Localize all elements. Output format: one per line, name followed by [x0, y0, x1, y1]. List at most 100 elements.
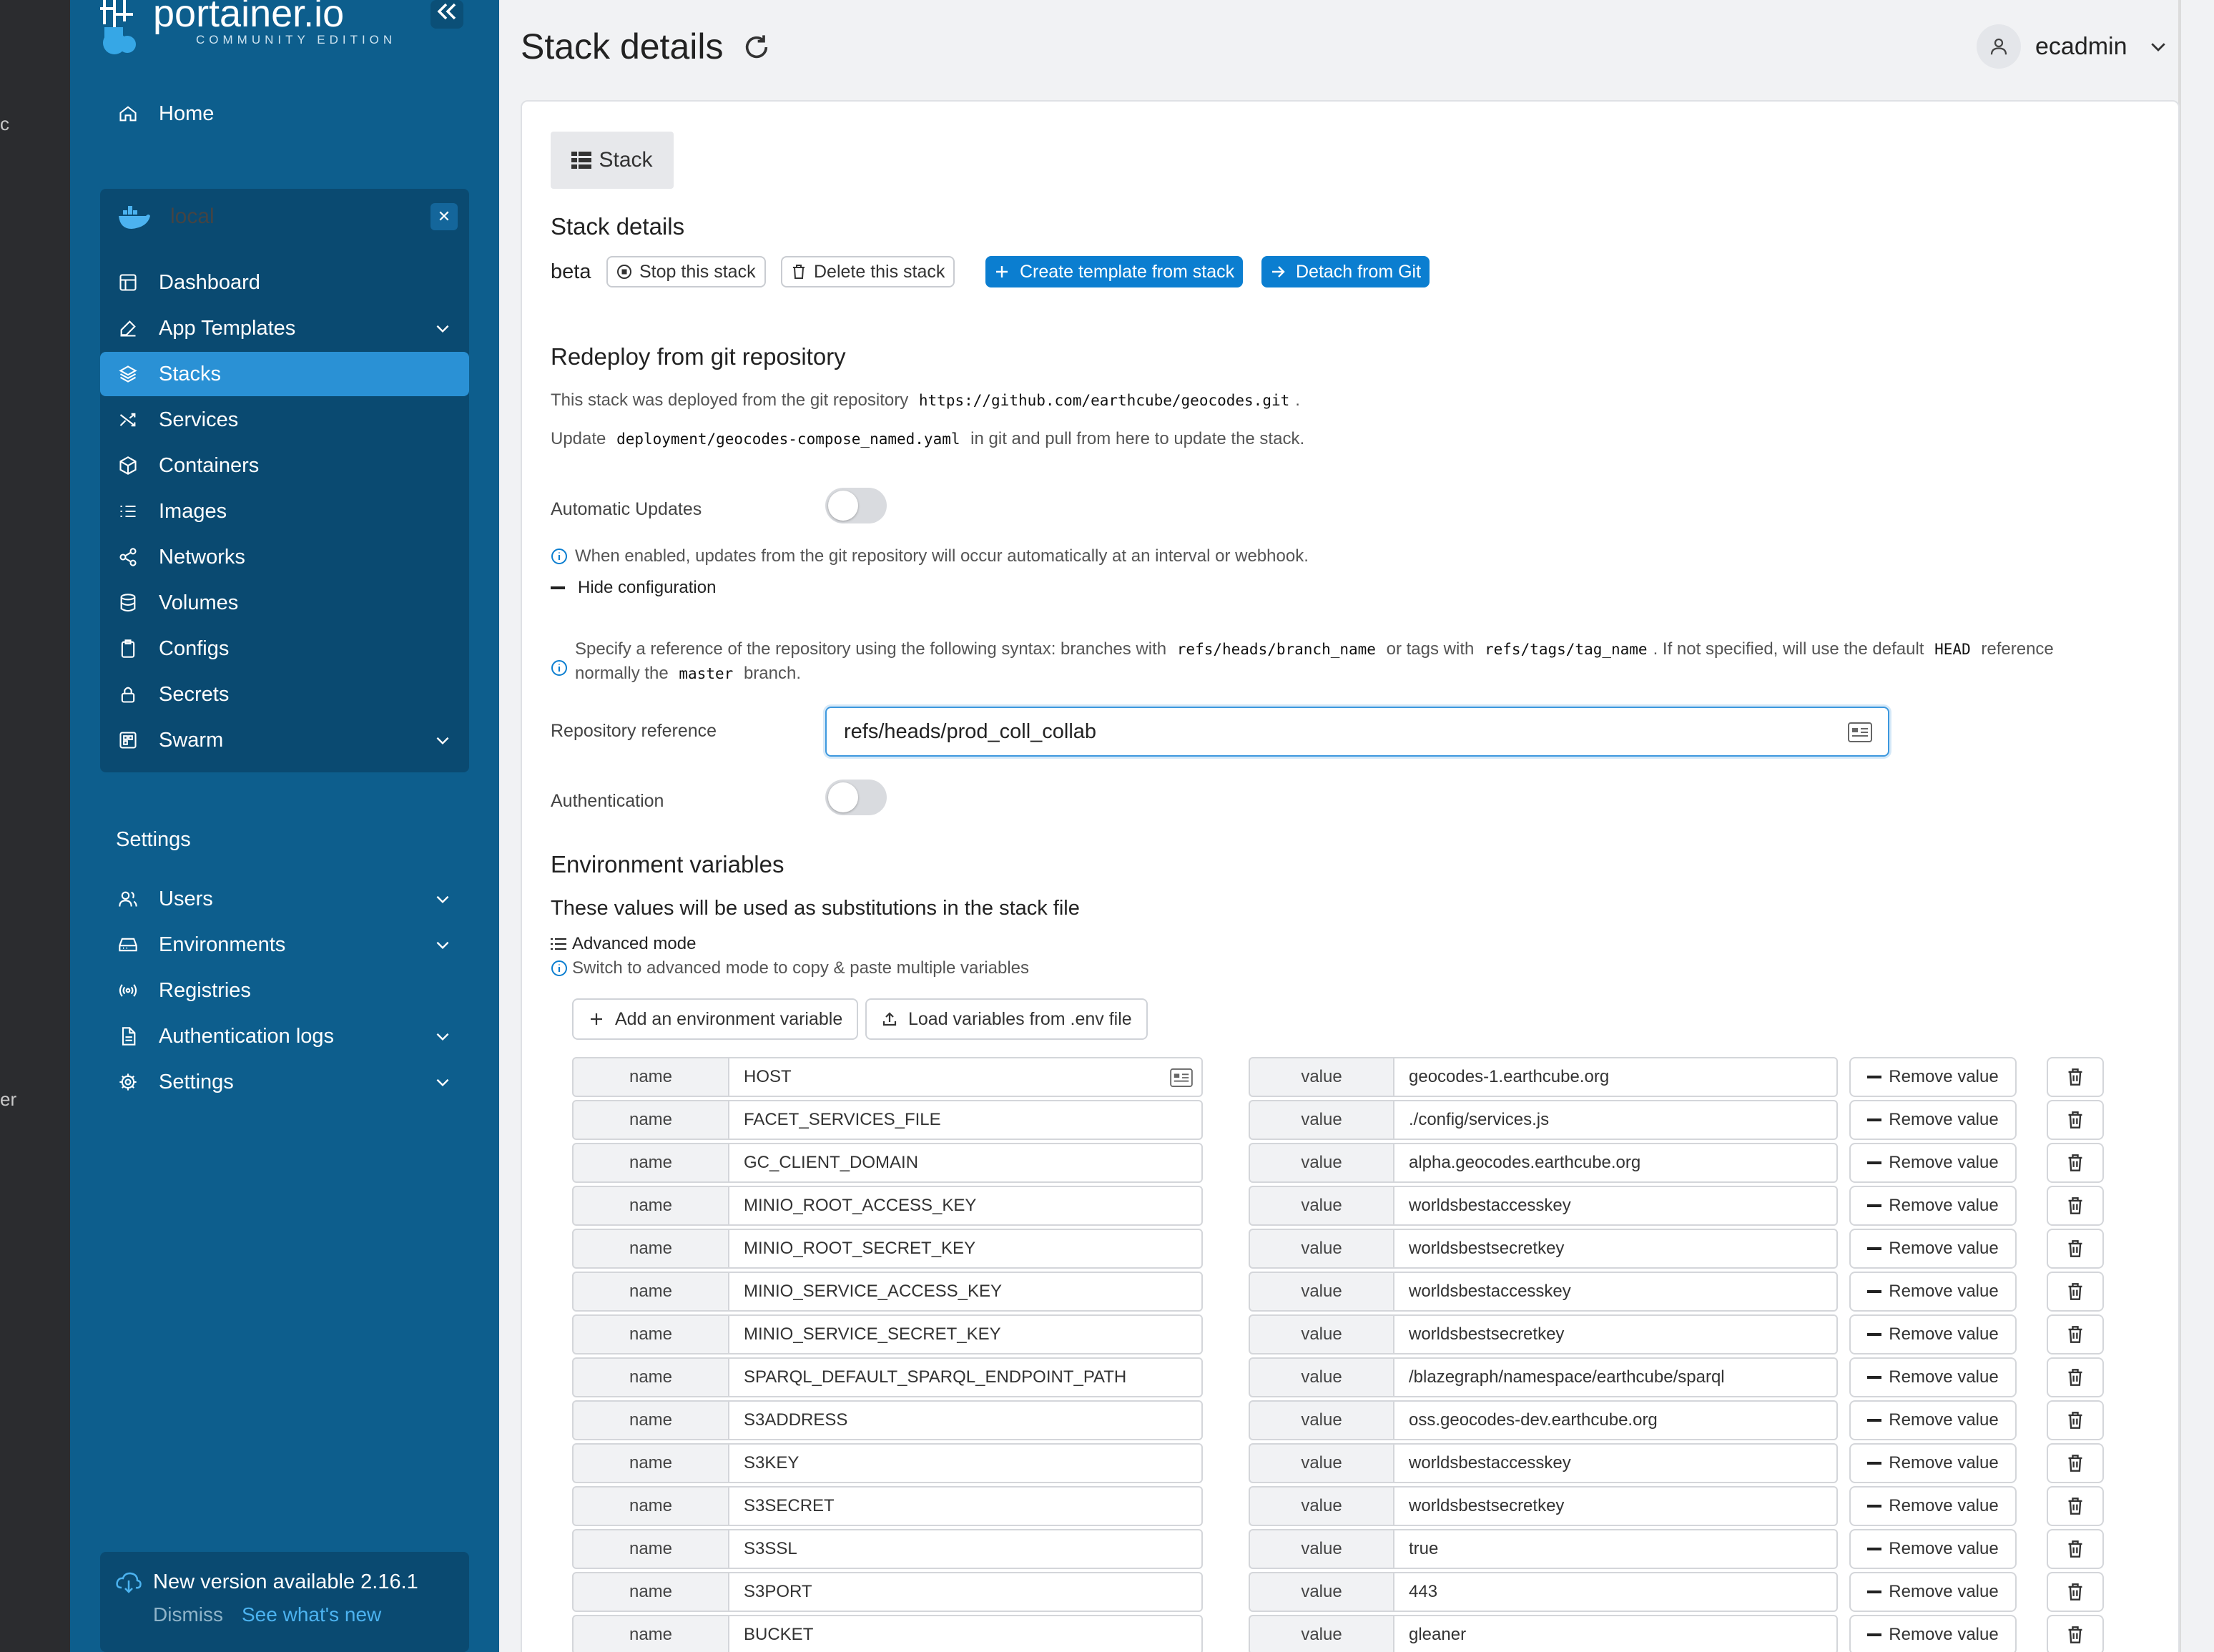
env-name-input[interactable]: S3PORT	[728, 1572, 1203, 1612]
remove-value-label: Remove value	[1889, 1496, 1999, 1515]
automatic-updates-toggle[interactable]	[825, 488, 887, 523]
sidebar-item-swarm[interactable]: Swarm	[100, 718, 469, 762]
repository-reference-input[interactable]: refs/heads/prod_coll_collab	[825, 707, 1889, 757]
env-name-input[interactable]: S3SECRET	[728, 1486, 1203, 1526]
env-value-input[interactable]: worldsbestaccesskey	[1393, 1272, 1838, 1312]
remove-value-button[interactable]: Remove value	[1849, 1615, 2017, 1652]
env-value-input[interactable]: gleaner	[1393, 1615, 1838, 1652]
delete-variable-button[interactable]	[2047, 1314, 2104, 1354]
remove-value-button[interactable]: Remove value	[1849, 1572, 2017, 1612]
env-name-input[interactable]: S3ADDRESS	[728, 1400, 1203, 1440]
delete-variable-button[interactable]	[2047, 1357, 2104, 1397]
remove-value-button[interactable]: Remove value	[1849, 1272, 2017, 1312]
sidebar-item-registries[interactable]: Registries	[100, 968, 469, 1013]
detach-git-button[interactable]: Detach from Git	[1261, 256, 1430, 287]
env-value-input[interactable]: true	[1393, 1529, 1838, 1569]
env-name-input[interactable]: MINIO_SERVICE_ACCESS_KEY	[728, 1272, 1203, 1312]
delete-variable-button[interactable]	[2047, 1272, 2104, 1312]
delete-variable-button[interactable]	[2047, 1443, 2104, 1483]
env-name-input[interactable]: S3SSL	[728, 1529, 1203, 1569]
delete-variable-button[interactable]	[2047, 1229, 2104, 1269]
sidebar-item-volumes[interactable]: Volumes	[100, 581, 469, 625]
delete-variable-button[interactable]	[2047, 1057, 2104, 1097]
dismiss-link[interactable]: Dismiss	[153, 1603, 223, 1626]
sidebar-item-containers[interactable]: Containers	[100, 443, 469, 488]
delete-variable-button[interactable]	[2047, 1143, 2104, 1183]
remove-value-button[interactable]: Remove value	[1849, 1057, 2017, 1097]
remove-value-button[interactable]: Remove value	[1849, 1529, 2017, 1569]
database-icon	[120, 594, 136, 612]
load-env-file-button[interactable]: Load variables from .env file	[865, 998, 1148, 1040]
autofill-card-icon[interactable]	[1848, 722, 1872, 742]
env-value-input[interactable]: ./config/services.js	[1393, 1100, 1838, 1140]
delete-variable-button[interactable]	[2047, 1529, 2104, 1569]
sidebar-item-stacks[interactable]: Stacks	[100, 352, 469, 396]
env-name-input[interactable]: BUCKET	[728, 1615, 1203, 1652]
delete-variable-button[interactable]	[2047, 1572, 2104, 1612]
add-environment-variable-button[interactable]: Add an environment variable	[572, 998, 859, 1040]
remove-value-button[interactable]: Remove value	[1849, 1357, 2017, 1397]
sidebar-item-configs[interactable]: Configs	[100, 626, 469, 671]
delete-variable-button[interactable]	[2047, 1400, 2104, 1440]
env-name-input[interactable]: MINIO_ROOT_SECRET_KEY	[728, 1229, 1203, 1269]
env-name-input[interactable]: MINIO_ROOT_ACCESS_KEY	[728, 1186, 1203, 1226]
env-name-input[interactable]: GC_CLIENT_DOMAIN	[728, 1143, 1203, 1183]
env-name-input[interactable]: FACET_SERVICES_FILE	[728, 1100, 1203, 1140]
delete-variable-button[interactable]	[2047, 1100, 2104, 1140]
hide-configuration-toggle[interactable]: Hide configuration	[551, 578, 716, 598]
env-value-input[interactable]: geocodes-1.earthcube.org	[1393, 1057, 1838, 1097]
user-menu[interactable]: ecadmin	[1977, 24, 2169, 69]
sidebar-item-secrets[interactable]: Secrets	[100, 672, 469, 717]
refresh-icon[interactable]	[742, 33, 771, 62]
remove-value-button[interactable]: Remove value	[1849, 1443, 2017, 1483]
remove-value-button[interactable]: Remove value	[1849, 1486, 2017, 1526]
delete-variable-button[interactable]	[2047, 1615, 2104, 1652]
whats-new-link[interactable]: See what's new	[242, 1603, 381, 1626]
sidebar-item-environments[interactable]: Environments	[100, 923, 469, 967]
sidebar-item-authentication-logs[interactable]: Authentication logs	[100, 1014, 469, 1058]
env-value-input[interactable]: worldsbestaccesskey	[1393, 1186, 1838, 1226]
value-addon: value	[1249, 1615, 1394, 1652]
remove-value-button[interactable]: Remove value	[1849, 1100, 2017, 1140]
sidebar-item-app-templates[interactable]: App Templates	[100, 306, 469, 350]
env-value-input[interactable]: oss.geocodes-dev.earthcube.org	[1393, 1400, 1838, 1440]
env-value-input[interactable]: 443	[1393, 1572, 1838, 1612]
env-name-input[interactable]: MINIO_SERVICE_SECRET_KEY	[728, 1314, 1203, 1354]
sidebar-item-images[interactable]: Images	[100, 489, 469, 534]
remove-value-button[interactable]: Remove value	[1849, 1143, 2017, 1183]
collapse-sidebar-button[interactable]	[431, 0, 463, 29]
autofill-card-icon[interactable]	[1170, 1068, 1193, 1087]
sidebar-item-services[interactable]: Services	[100, 398, 469, 442]
sidebar-item-users[interactable]: Users	[100, 877, 469, 921]
delete-variable-button[interactable]	[2047, 1186, 2104, 1226]
radio-icon	[119, 984, 137, 997]
env-name-value: S3KEY	[744, 1453, 800, 1472]
delete-stack-label: Delete this stack	[814, 261, 945, 282]
stop-stack-button[interactable]: Stop this stack	[606, 256, 766, 287]
delete-stack-button[interactable]: Delete this stack	[781, 256, 955, 287]
remove-value-button[interactable]: Remove value	[1849, 1400, 2017, 1440]
sidebar-item-label: Swarm	[159, 728, 224, 752]
env-value-input[interactable]: worldsbestsecretkey	[1393, 1229, 1838, 1269]
env-value-input[interactable]: /blazegraph/namespace/earthcube/sparql	[1393, 1357, 1838, 1397]
env-value-input[interactable]: worldsbestsecretkey	[1393, 1486, 1838, 1526]
env-name-input[interactable]: SPARQL_DEFAULT_SPARQL_ENDPOINT_PATH	[728, 1357, 1203, 1397]
env-value-input[interactable]: worldsbestaccesskey	[1393, 1443, 1838, 1483]
env-value-input[interactable]: alpha.geocodes.earthcube.org	[1393, 1143, 1838, 1183]
delete-variable-button[interactable]	[2047, 1486, 2104, 1526]
remove-value-button[interactable]: Remove value	[1849, 1314, 2017, 1354]
sidebar-item-home[interactable]: Home	[100, 92, 469, 136]
env-name-input[interactable]: HOST	[728, 1057, 1203, 1097]
remove-value-button[interactable]: Remove value	[1849, 1186, 2017, 1226]
tab-stack[interactable]: Stack	[551, 132, 674, 189]
clear-environment-button[interactable]: ✕	[431, 203, 458, 230]
env-value-input[interactable]: worldsbestsecretkey	[1393, 1314, 1838, 1354]
sidebar-item-settings[interactable]: Settings	[100, 1060, 469, 1104]
remove-value-button[interactable]: Remove value	[1849, 1229, 2017, 1269]
sidebar-item-networks[interactable]: Networks	[100, 535, 469, 579]
env-name-input[interactable]: S3KEY	[728, 1443, 1203, 1483]
create-template-button[interactable]: Create template from stack	[985, 256, 1244, 287]
sidebar-item-dashboard[interactable]: Dashboard	[100, 260, 469, 305]
authentication-toggle[interactable]	[825, 780, 887, 815]
advanced-mode-toggle[interactable]: Advanced mode	[551, 934, 696, 954]
